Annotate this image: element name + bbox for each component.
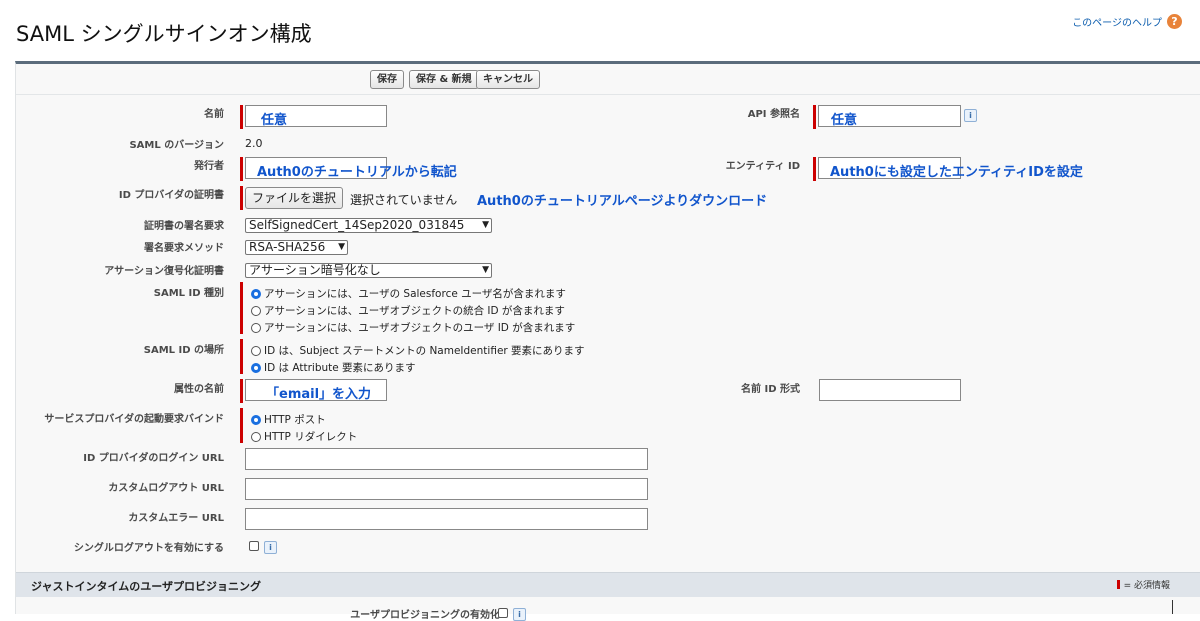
radio-selected-icon[interactable] <box>251 415 261 425</box>
saml-version-value: 2.0 <box>245 137 263 150</box>
saml-id-location-option-attribute[interactable]: ID は Attribute 要素にあります <box>251 360 416 375</box>
saml-id-type-option-federation-id[interactable]: アサーションには、ユーザオブジェクトの統合 ID が含まれます <box>251 303 565 318</box>
scrollbar-edge <box>1172 600 1173 614</box>
idp-cert-file-button[interactable]: ファイルを選択 <box>245 187 344 209</box>
jit-enable-checkbox[interactable] <box>498 608 508 618</box>
sp-binding-label: サービスプロバイダの起動要求バインド <box>44 414 224 425</box>
name-annotation: 任意 <box>261 113 288 128</box>
api-name-annotation: 任意 <box>831 113 858 128</box>
radio-selected-icon[interactable] <box>251 363 261 373</box>
required-legend: = 必須情報 <box>1116 578 1170 591</box>
help-link[interactable]: このページのヘルプ <box>1072 14 1162 29</box>
custom-logout-url-input[interactable] <box>245 478 648 500</box>
saml-id-type-required-marker <box>240 282 243 334</box>
idp-cert-required-marker <box>240 186 243 210</box>
issuer-required-marker <box>240 157 243 181</box>
chevron-down-icon: ▼ <box>338 242 345 252</box>
custom-error-url-label: カスタムエラー URL <box>128 513 224 524</box>
radio-icon[interactable] <box>251 346 261 356</box>
toolbar: 保存 保存 & 新規 キャンセル <box>16 64 1200 95</box>
entity-id-label: エンティティ ID <box>725 161 800 172</box>
saml-id-location-label: SAML ID の場所 <box>143 345 224 356</box>
idp-login-url-label: ID プロバイダのログイン URL <box>83 453 224 464</box>
chevron-down-icon: ▼ <box>482 220 489 230</box>
save-button[interactable]: 保存 <box>370 70 404 89</box>
sp-binding-option-redirect[interactable]: HTTP リダイレクト <box>251 429 357 444</box>
issuer-label: 発行者 <box>194 161 224 172</box>
attribute-name-label: 属性の名前 <box>174 384 224 395</box>
name-id-format-input[interactable] <box>819 379 961 401</box>
assertion-decryption-cert-label: アサーション復号化証明書 <box>104 266 224 277</box>
saml-id-type-option-user-id[interactable]: アサーションには、ユーザオブジェクトのユーザ ID が含まれます <box>251 320 575 335</box>
radio-icon[interactable] <box>251 323 261 333</box>
request-signature-method-select[interactable]: RSA-SHA256 ▼ <box>245 240 348 255</box>
required-marker-icon <box>1116 580 1120 589</box>
request-signature-method-label: 署名要求メソッド <box>144 243 224 254</box>
idp-cert-file-status: 選択されていません <box>350 193 458 207</box>
radio-icon[interactable] <box>251 306 261 316</box>
saml-id-type-label: SAML ID 種別 <box>153 288 224 299</box>
page-title: SAML シングルサインオン構成 <box>16 22 312 46</box>
help-icon[interactable]: ? <box>1167 14 1182 29</box>
jit-section-header: ジャストインタイムのユーザプロビジョニング = 必須情報 <box>16 572 1200 597</box>
saml-id-type-option-username[interactable]: アサーションには、ユーザの Salesforce ユーザ名が含まれます <box>251 286 566 301</box>
custom-error-url-input[interactable] <box>245 508 648 530</box>
api-name-required-marker <box>813 105 816 129</box>
api-name-info-icon[interactable]: i <box>964 109 977 122</box>
assertion-decryption-cert-select[interactable]: アサーション暗号化なし ▼ <box>245 263 492 278</box>
save-new-button[interactable]: 保存 & 新規 <box>409 70 479 89</box>
api-name-label: API 参照名 <box>747 109 800 120</box>
idp-cert-label: ID プロバイダの証明書 <box>118 190 224 201</box>
form-panel: 保存 保存 & 新規 キャンセル 名前 任意 API 参照名 任意 i SAML… <box>15 61 1200 621</box>
request-signing-cert-select[interactable]: SelfSignedCert_14Sep2020_031845 ▼ <box>245 218 492 233</box>
cancel-button[interactable]: キャンセル <box>476 70 540 89</box>
attribute-name-required-marker <box>240 379 243 403</box>
jit-enable-info-icon[interactable]: i <box>513 608 526 621</box>
single-logout-label: シングルログアウトを有効にする <box>73 543 224 554</box>
request-signing-cert-label: 証明書の署名要求 <box>144 221 224 232</box>
entity-id-annotation: Auth0にも設定したエンティティIDを設定 <box>830 165 1083 180</box>
saml-version-label: SAML のバージョン <box>129 140 224 151</box>
radio-icon[interactable] <box>251 432 261 442</box>
entity-id-required-marker <box>813 157 816 181</box>
radio-selected-icon[interactable] <box>251 289 261 299</box>
request-signing-cert-value: SelfSignedCert_14Sep2020_031845 <box>249 218 465 232</box>
sp-binding-option-post[interactable]: HTTP ポスト <box>251 412 326 427</box>
issuer-annotation: Auth0のチュートリアルから転記 <box>257 165 457 180</box>
sp-binding-required-marker <box>240 408 243 443</box>
custom-logout-url-label: カスタムログアウト URL <box>108 483 224 494</box>
idp-cert-annotation: Auth0のチュートリアルページよりダウンロード <box>477 194 768 209</box>
attribute-name-annotation: 「email」を入力 <box>266 387 372 402</box>
name-required-marker <box>240 105 243 129</box>
single-logout-checkbox[interactable] <box>249 541 259 551</box>
assertion-decryption-cert-value: アサーション暗号化なし <box>249 263 381 277</box>
name-id-format-label: 名前 ID 形式 <box>741 384 800 395</box>
request-signature-method-value: RSA-SHA256 <box>249 240 326 254</box>
chevron-down-icon: ▼ <box>482 265 489 275</box>
jit-section-title: ジャストインタイムのユーザプロビジョニング <box>31 580 262 593</box>
idp-login-url-input[interactable] <box>245 448 648 470</box>
saml-id-location-option-subject[interactable]: ID は、Subject ステートメントの NameIdentifier 要素に… <box>251 343 585 358</box>
saml-id-location-required-marker <box>240 339 243 374</box>
single-logout-info-icon[interactable]: i <box>264 541 277 554</box>
name-label: 名前 <box>204 109 224 120</box>
